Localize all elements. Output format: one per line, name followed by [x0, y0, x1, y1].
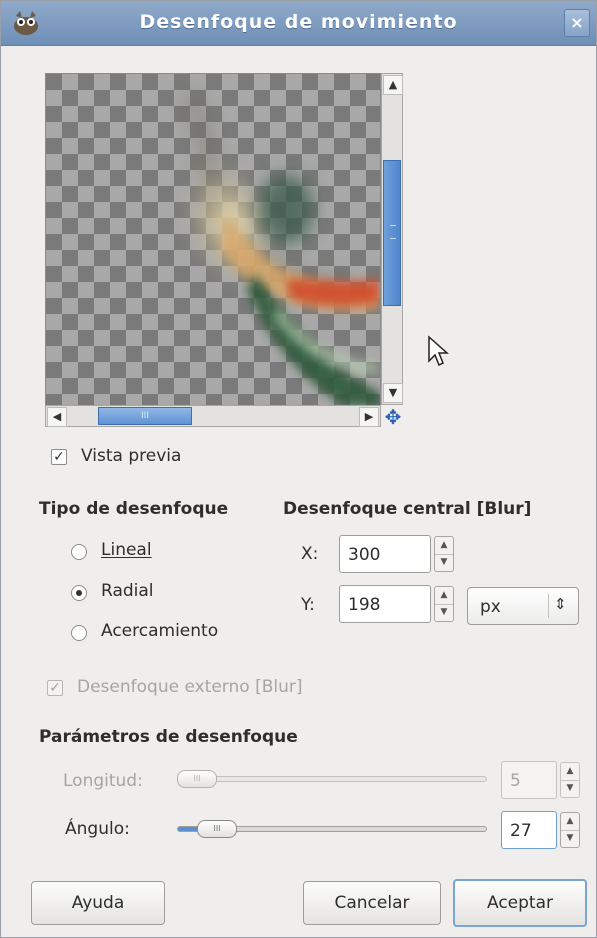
unit-value: px [480, 597, 501, 617]
center-y-value: 198 [348, 595, 381, 615]
navigate-icon[interactable]: ✥ [383, 407, 403, 427]
mouse-pointer-icon [428, 335, 449, 367]
length-input[interactable]: 5 ▲ ▼ [501, 761, 580, 799]
preview-checkbox-label[interactable]: Vista previa [81, 446, 181, 466]
preview-horizontal-scrollbar[interactable]: ◀ III ▶ [45, 405, 381, 427]
close-icon[interactable]: × [564, 9, 590, 37]
blur-type-heading: Tipo de desenfoque [39, 499, 229, 519]
center-x-value: 300 [348, 545, 381, 565]
angle-slider-handle[interactable]: III [197, 820, 237, 838]
preview-checkbox[interactable]: ✓ [51, 449, 67, 465]
angle-input[interactable]: 27 ▲ ▼ [501, 811, 580, 849]
center-x-input[interactable]: 300 ▲ ▼ [339, 535, 454, 573]
motion-blur-dialog: Desenfoque de movimiento × ▲ ▼ ◀ III ▶ ✥… [0, 0, 597, 938]
outward-blur-label[interactable]: Desenfoque externo [Blur] [77, 677, 302, 697]
center-y-input[interactable]: 198 ▲ ▼ [339, 585, 454, 623]
window-title: Desenfoque de movimiento [139, 11, 458, 33]
spin-down-icon[interactable]: ▼ [435, 554, 453, 571]
radio-lineal[interactable] [71, 544, 87, 560]
spin-up-icon[interactable]: ▲ [561, 763, 579, 781]
thumb-grip [390, 225, 396, 239]
combo-separator [548, 594, 549, 618]
motion-blur-preview-image [177, 88, 380, 406]
preview-canvas[interactable] [45, 73, 381, 407]
length-spin-buttons[interactable]: ▲ ▼ [560, 762, 580, 798]
unit-select[interactable]: px ⇕ [467, 587, 579, 625]
center-y-spin-buttons[interactable]: ▲ ▼ [434, 586, 454, 622]
spin-up-icon[interactable]: ▲ [435, 537, 453, 555]
length-slider-track[interactable] [177, 776, 487, 782]
center-x-label: X: [301, 544, 319, 564]
spin-down-icon[interactable]: ▼ [561, 780, 579, 797]
scroll-up-icon[interactable]: ▲ [383, 75, 403, 95]
radio-lineal-label[interactable]: Lineal [101, 540, 152, 560]
center-x-spin-buttons[interactable]: ▲ ▼ [434, 536, 454, 572]
length-label: Longitud: [63, 771, 143, 791]
spin-down-icon[interactable]: ▼ [561, 830, 579, 847]
cancel-button[interactable]: Cancelar [303, 881, 441, 925]
unit-dropdown-icon[interactable]: ⇕ [554, 595, 567, 613]
scroll-right-icon[interactable]: ▶ [359, 407, 379, 427]
blur-center-heading: Desenfoque central [Blur] [283, 499, 532, 519]
outward-blur-checkbox[interactable]: ✓ [47, 680, 63, 696]
radio-radial-label[interactable]: Radial [101, 581, 154, 601]
center-y-label: Y: [301, 595, 315, 615]
length-slider-handle[interactable]: III [177, 770, 217, 788]
help-button[interactable]: Ayuda [31, 881, 165, 925]
spin-up-icon[interactable]: ▲ [435, 587, 453, 605]
angle-value: 27 [510, 821, 532, 841]
preview-vertical-scrollbar[interactable]: ▲ ▼ [381, 73, 403, 405]
radio-dot [76, 590, 82, 596]
radio-acercamiento[interactable] [71, 625, 87, 641]
scroll-down-icon[interactable]: ▼ [383, 383, 403, 403]
spin-down-icon[interactable]: ▼ [435, 604, 453, 621]
ok-button[interactable]: Aceptar [453, 879, 587, 927]
radio-radial[interactable] [71, 585, 87, 601]
vertical-scroll-thumb[interactable] [383, 160, 401, 306]
length-value: 5 [510, 771, 521, 791]
title-bar[interactable]: Desenfoque de movimiento × [1, 1, 596, 46]
angle-spin-buttons[interactable]: ▲ ▼ [560, 812, 580, 848]
blur-parameters-heading: Parámetros de desenfoque [39, 727, 298, 747]
scroll-left-icon[interactable]: ◀ [47, 407, 67, 427]
horizontal-scroll-thumb[interactable]: III [98, 407, 192, 425]
angle-label: Ángulo: [65, 819, 130, 839]
spin-up-icon[interactable]: ▲ [561, 813, 579, 831]
radio-acercamiento-label[interactable]: Acercamiento [101, 621, 218, 641]
